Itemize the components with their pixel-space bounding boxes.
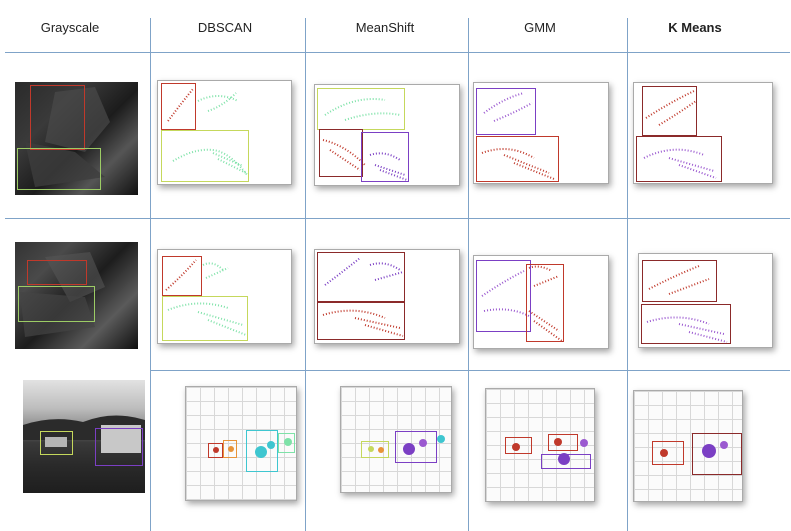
gmm-plot-row1	[473, 82, 609, 184]
bbox-purple	[541, 454, 591, 469]
grid-line-h3	[150, 370, 790, 371]
bbox-purple	[395, 431, 437, 463]
bbox-red	[652, 441, 684, 465]
grayscale-image-row3	[23, 380, 145, 493]
gmm-plot-row3	[485, 388, 595, 502]
bbox-purple	[636, 136, 722, 182]
grid-line-v3	[468, 18, 469, 531]
bbox-red	[548, 434, 578, 451]
bbox-red	[526, 264, 564, 342]
bbox-red	[505, 437, 532, 454]
bbox-green	[361, 441, 389, 458]
bbox-purple	[361, 132, 409, 182]
grid-line-v1	[150, 18, 151, 531]
bbox-purple	[641, 304, 731, 344]
bbox-green	[161, 130, 249, 182]
bbox-red	[319, 129, 363, 177]
bbox-red	[476, 136, 559, 182]
bbox-red	[161, 83, 196, 130]
header-gmm: GMM	[524, 20, 556, 35]
grid-line-v4	[627, 18, 628, 531]
bbox-purple	[692, 433, 742, 475]
grid-line-h1	[5, 52, 790, 53]
bbox-green	[40, 431, 73, 455]
header-meanshift: MeanShift	[355, 20, 415, 35]
bbox-green	[317, 88, 405, 130]
bbox-green	[17, 148, 101, 190]
kmeans-plot-row1	[633, 82, 773, 184]
meanshift-plot-row2	[314, 249, 460, 344]
meanshift-plot-row3	[340, 386, 452, 493]
bbox-purple	[95, 428, 143, 466]
dbscan-plot-row3	[185, 386, 297, 501]
meanshift-plot-row1	[314, 84, 460, 186]
header-grayscale: Grayscale	[40, 20, 100, 35]
bbox-red	[30, 85, 85, 150]
bbox-purple	[476, 88, 536, 135]
bbox-green	[18, 286, 95, 322]
bbox-red	[27, 260, 87, 285]
dbscan-plot-row1	[157, 80, 292, 185]
header-dbscan: DBSCAN	[197, 20, 253, 35]
bbox-purple	[317, 252, 405, 302]
bbox-red	[642, 260, 717, 302]
grid-line-v2	[305, 18, 306, 531]
bbox-purple	[476, 260, 531, 332]
bbox-red	[642, 86, 697, 136]
bbox-cyan	[246, 430, 278, 472]
bbox-red	[208, 443, 223, 458]
bbox-mint	[278, 433, 295, 453]
grayscale-image-row1	[15, 82, 138, 195]
bbox-orange	[223, 440, 237, 458]
bbox-red	[317, 302, 405, 340]
dbscan-plot-row2	[157, 249, 292, 344]
grayscale-image-row2	[15, 242, 138, 349]
kmeans-plot-row3	[633, 390, 743, 502]
gmm-plot-row2	[473, 255, 609, 349]
bbox-red	[162, 256, 202, 296]
grid-line-h2	[5, 218, 790, 219]
header-kmeans: K Means	[668, 20, 722, 35]
bbox-green	[162, 296, 248, 341]
kmeans-plot-row2	[638, 253, 773, 348]
